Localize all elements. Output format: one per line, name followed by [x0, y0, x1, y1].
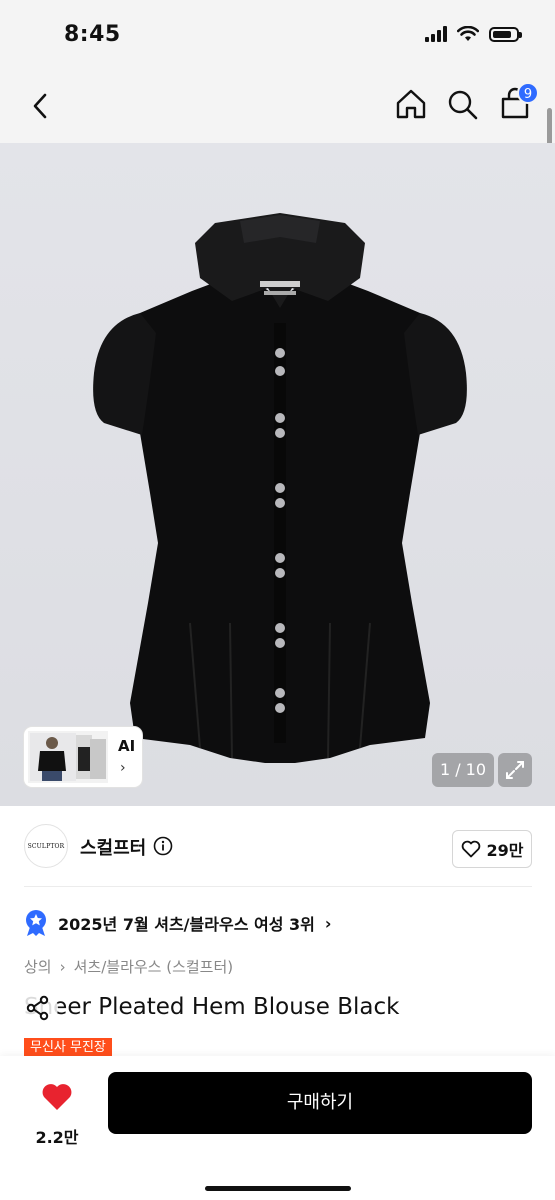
heart-outline-icon [461, 840, 480, 858]
breadcrumb: 상의 › 셔츠/블라우스 (스컬프터) [24, 956, 233, 977]
wishlist-button[interactable]: 2.2만 [26, 1074, 88, 1147]
share-button[interactable] [18, 988, 58, 1028]
product-image-gallery[interactable]: AI › 1 / 10 [0, 143, 555, 806]
chevron-right-icon: › [59, 957, 66, 976]
image-counter: 1 / 10 [432, 753, 494, 787]
product-photo [93, 213, 467, 763]
signal-icon [425, 26, 447, 42]
nav-actions: 9 [395, 82, 539, 122]
brand-like-button[interactable]: 29만 [452, 830, 532, 868]
product-title: Sheer Pleated Hem Blouse Black [24, 994, 400, 1020]
back-button[interactable] [26, 88, 58, 124]
buy-button[interactable]: 구매하기 [108, 1072, 532, 1134]
brand-row: SCULPTOR 스컬프터 29만 [0, 806, 555, 888]
cart-badge: 9 [517, 82, 539, 104]
product-title-row: Sheer Pleated Hem Blouse Black [18, 988, 544, 1028]
nav-bar: 9 [0, 70, 555, 143]
brand-name[interactable]: 스컬프터 [80, 834, 146, 860]
expand-icon [506, 761, 524, 779]
rank-badge-icon [26, 910, 46, 936]
battery-icon [489, 26, 522, 42]
divider [24, 886, 532, 887]
ai-label: AI [118, 737, 136, 755]
status-bar: 8:45 [0, 0, 555, 70]
status-time: 8:45 [64, 22, 121, 47]
share-icon [26, 995, 49, 1021]
breadcrumb-subcategory[interactable]: 셔츠/블라우스 (스컬프터) [74, 956, 234, 977]
bottom-action-bar: 2.2만 구매하기 [0, 1056, 555, 1200]
ranking-text: 2025년 7월 셔츠/블라우스 여성 3위 [58, 915, 315, 934]
chevron-left-icon [33, 93, 47, 119]
ai-thumbnail-image [28, 731, 108, 783]
wishlist-count: 2.2만 [35, 1128, 79, 1147]
breadcrumb-category[interactable]: 상의 [24, 956, 52, 977]
info-icon[interactable] [153, 836, 173, 856]
wifi-icon [457, 26, 479, 41]
heart-filled-icon [42, 1084, 72, 1110]
cart-button[interactable]: 9 [499, 82, 539, 122]
home-button[interactable] [395, 86, 427, 122]
status-icons [425, 26, 522, 42]
chevron-right-icon: › [120, 760, 126, 776]
search-icon [448, 90, 478, 120]
home-icon [396, 89, 426, 119]
home-indicator [205, 1186, 351, 1191]
ai-thumbnail-button[interactable]: AI › [24, 727, 142, 787]
ranking-link[interactable]: 2025년 7월 셔츠/블라우스 여성 3위 › [24, 908, 331, 938]
brand-logo[interactable]: SCULPTOR [24, 824, 68, 868]
search-button[interactable] [447, 86, 479, 122]
chevron-right-icon: › [324, 913, 332, 933]
promo-tag: 무신사 무진장 [24, 1038, 112, 1058]
expand-button[interactable] [498, 753, 532, 787]
brand-like-count: 29만 [486, 841, 524, 860]
